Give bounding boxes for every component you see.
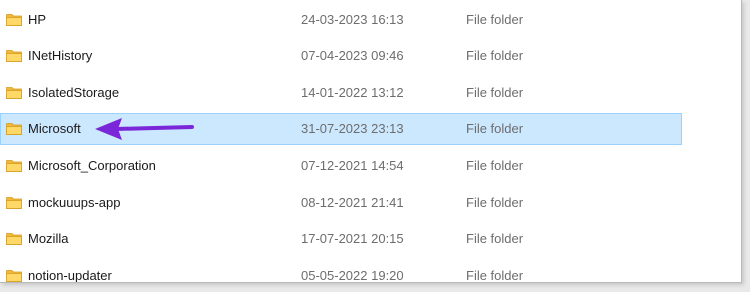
file-name: INetHistory [28,48,93,63]
file-date-modified: 08-12-2021 21:41 [301,195,404,210]
file-type: File folder [466,12,524,27]
file-type: File folder [466,268,524,283]
file-type: File folder [466,195,524,210]
folder-icon [6,233,22,245]
file-name: mockuuups-app [28,195,121,210]
file-date-modified: 05-05-2022 19:20 [301,268,404,283]
file-date-modified: 07-04-2023 09:46 [301,48,404,63]
file-date-modified: 31-07-2023 23:13 [301,121,404,136]
file-type: File folder [466,48,524,63]
file-type: File folder [466,158,524,173]
file-explorer-window: HP 24-03-2023 16:13 File folder INetHist… [0,0,742,283]
file-date-modified: 24-03-2023 16:13 [301,12,404,27]
folder-icon [6,14,22,26]
file-row-hp[interactable]: HP 24-03-2023 16:13 File folder [0,4,682,36]
file-row-microsoft-corporation[interactable]: Microsoft_Corporation 07-12-2021 14:54 F… [0,150,682,182]
file-row-notion-updater[interactable]: notion-updater 05-05-2022 19:20 File fol… [0,260,682,283]
folder-icon [6,123,22,135]
file-date-modified: 07-12-2021 14:54 [301,158,404,173]
folder-icon [6,197,22,209]
folder-icon [6,160,22,172]
file-type: File folder [466,121,524,136]
file-row-microsoft[interactable]: Microsoft 31-07-2023 23:13 File folder [0,113,682,145]
file-date-modified: 17-07-2021 20:15 [301,231,404,246]
folder-icon [6,270,22,282]
file-name: notion-updater [28,268,112,283]
folder-icon [6,87,22,99]
file-row-mockuuups-app[interactable]: mockuuups-app 08-12-2021 21:41 File fold… [0,187,682,219]
file-name: Microsoft [28,121,81,136]
file-type: File folder [466,85,524,100]
file-name: HP [28,12,47,27]
file-date-modified: 14-01-2022 13:12 [301,85,404,100]
file-type: File folder [466,231,524,246]
file-name: Mozilla [28,231,69,246]
file-row-mozilla[interactable]: Mozilla 17-07-2021 20:15 File folder [0,223,682,255]
folder-icon [6,50,22,62]
file-name: IsolatedStorage [28,85,120,100]
file-name: Microsoft_Corporation [28,158,156,173]
file-row-isolatedstorage[interactable]: IsolatedStorage 14-01-2022 13:12 File fo… [0,77,682,109]
file-row-inethistory[interactable]: INetHistory 07-04-2023 09:46 File folder [0,40,682,72]
